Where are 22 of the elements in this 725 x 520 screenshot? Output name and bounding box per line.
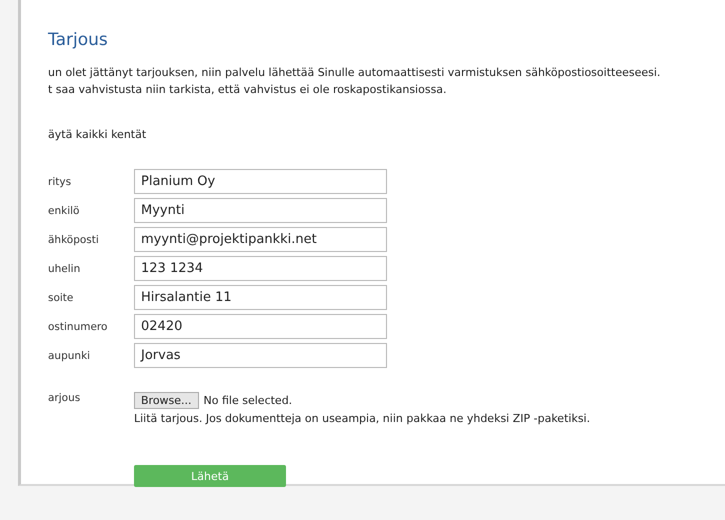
intro-text: un olet jättänyt tarjouksen, niin palvelu lähettää Sinulle automaattisesti varmistuksen sähköpostiosoitteeseesi. [48,65,662,81]
file-hint: Liitä tarjous. Jos dokumentteja on useampia, niin pakkaa ne yhdeksi ZIP -paketiksi. [134,412,590,425]
field-label: ostinumero [48,320,108,332]
browse-button[interactable]: Browse... [134,392,199,409]
field-label: uhelin [48,262,82,274]
page-heading: Tarjous [48,30,109,50]
input-field[interactable]: Hirsalantie 11 [134,285,387,310]
input-field[interactable]: 123 1234 [134,256,387,281]
field-label: arjous [48,392,82,406]
file-status: No file selected. [204,394,292,407]
input-field[interactable]: Jorvas [134,343,387,368]
input-field[interactable]: Myynti [134,198,387,223]
field-label: soite [48,292,74,304]
input-field[interactable]: Planium Oy [134,169,387,194]
field-label: enkilö [48,204,80,216]
input-field[interactable]: 02420 [134,314,387,339]
field-label: aupunki [48,350,92,362]
field-label: ritys [48,176,72,188]
field-label: ähköposti [48,234,100,246]
required-note: äytä kaikki kentät [48,128,148,141]
input-field[interactable]: myynti@projektipankki.net [134,227,387,252]
intro-text: t saa vahvistusta niin tarkista, että vahvistus ei ole roskapostikansiossa. [48,82,448,98]
